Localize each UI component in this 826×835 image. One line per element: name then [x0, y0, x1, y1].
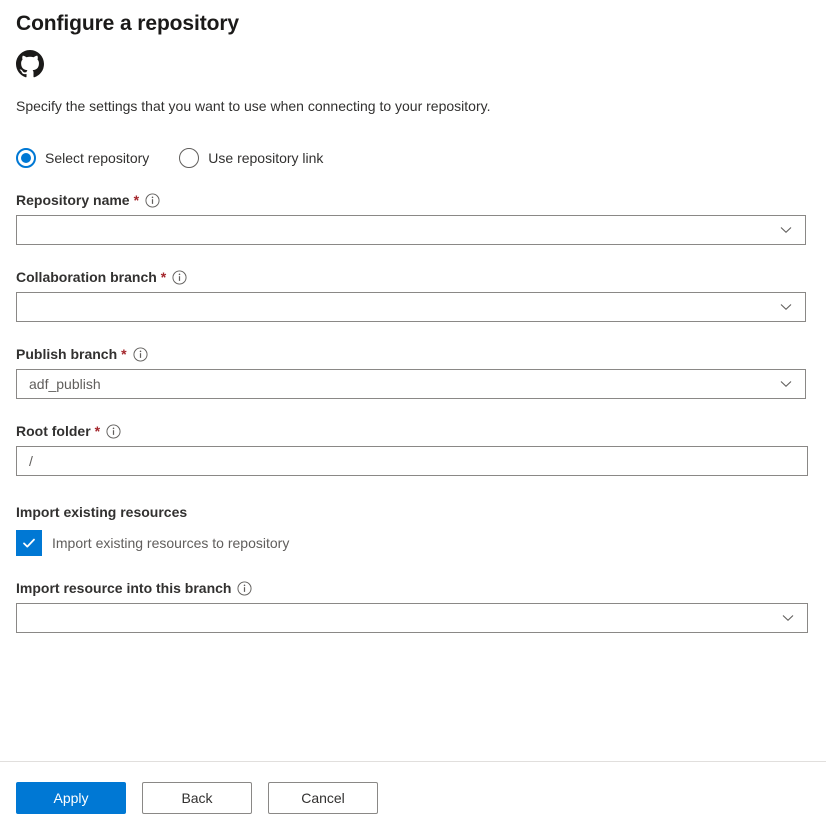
- chevron-down-icon: [775, 215, 797, 245]
- import-resource-branch-dropdown[interactable]: [16, 603, 808, 633]
- info-icon[interactable]: [237, 581, 252, 596]
- radio-mark-selected: [16, 148, 36, 168]
- chevron-down-icon: [775, 369, 797, 399]
- panel-description: Specify the settings that you want to us…: [16, 96, 810, 116]
- repository-name-dropdown[interactable]: [16, 215, 806, 245]
- cancel-button[interactable]: Cancel: [268, 782, 378, 814]
- footer-actions: Apply Back Cancel: [16, 782, 378, 814]
- check-icon: [21, 535, 37, 551]
- configure-repository-panel: Configure a repository Specify the setti…: [0, 0, 826, 835]
- label-text-repository-name: Repository name: [16, 190, 130, 210]
- github-icon: [16, 50, 44, 78]
- import-existing-resources-heading: Import existing resources: [16, 502, 810, 522]
- chevron-down-icon: [775, 292, 797, 322]
- required-asterisk: *: [161, 267, 166, 287]
- panel-content: Configure a repository Specify the setti…: [0, 0, 826, 633]
- footer-divider: [0, 761, 826, 762]
- info-icon[interactable]: [145, 193, 160, 208]
- chevron-down-icon: [777, 603, 799, 633]
- label-text-publish-branch: Publish branch: [16, 344, 117, 364]
- import-existing-resources-checkbox-row[interactable]: Import existing resources to repository: [16, 530, 810, 556]
- publish-branch-value: adf_publish: [17, 374, 775, 394]
- label-text-root-folder: Root folder: [16, 421, 91, 441]
- field-import-resource-branch: Import resource into this branch: [16, 578, 810, 633]
- publish-branch-dropdown[interactable]: adf_publish: [16, 369, 806, 399]
- label-root-folder: Root folder *: [16, 421, 810, 441]
- radio-select-repository[interactable]: Select repository: [16, 148, 149, 168]
- collaboration-branch-dropdown[interactable]: [16, 292, 806, 322]
- info-icon[interactable]: [133, 347, 148, 362]
- page-title: Configure a repository: [16, 0, 810, 38]
- radio-use-repository-link[interactable]: Use repository link: [179, 148, 323, 168]
- field-root-folder: Root folder * /: [16, 421, 810, 476]
- root-folder-input[interactable]: /: [16, 446, 808, 476]
- radio-label-use-repository-link: Use repository link: [208, 148, 323, 168]
- field-collaboration-branch: Collaboration branch *: [16, 267, 810, 322]
- apply-button[interactable]: Apply: [16, 782, 126, 814]
- field-repository-name: Repository name *: [16, 190, 810, 245]
- required-asterisk: *: [95, 421, 100, 441]
- label-repository-name: Repository name *: [16, 190, 810, 210]
- label-import-resource-branch: Import resource into this branch: [16, 578, 810, 598]
- label-text-import-resource-branch: Import resource into this branch: [16, 578, 231, 598]
- label-publish-branch: Publish branch *: [16, 344, 810, 364]
- back-button[interactable]: Back: [142, 782, 252, 814]
- radio-mark-unselected: [179, 148, 199, 168]
- info-icon[interactable]: [172, 270, 187, 285]
- checkbox-label-import-existing-resources: Import existing resources to repository: [52, 533, 289, 553]
- repository-source-radio-group: Select repository Use repository link: [16, 148, 810, 168]
- root-folder-value: /: [17, 451, 807, 471]
- label-collaboration-branch: Collaboration branch *: [16, 267, 810, 287]
- radio-label-select-repository: Select repository: [45, 148, 149, 168]
- checkbox-import-existing-resources[interactable]: [16, 530, 42, 556]
- label-text-collaboration-branch: Collaboration branch: [16, 267, 157, 287]
- required-asterisk: *: [121, 344, 126, 364]
- field-publish-branch: Publish branch * adf_publish: [16, 344, 810, 399]
- required-asterisk: *: [134, 190, 139, 210]
- info-icon[interactable]: [106, 424, 121, 439]
